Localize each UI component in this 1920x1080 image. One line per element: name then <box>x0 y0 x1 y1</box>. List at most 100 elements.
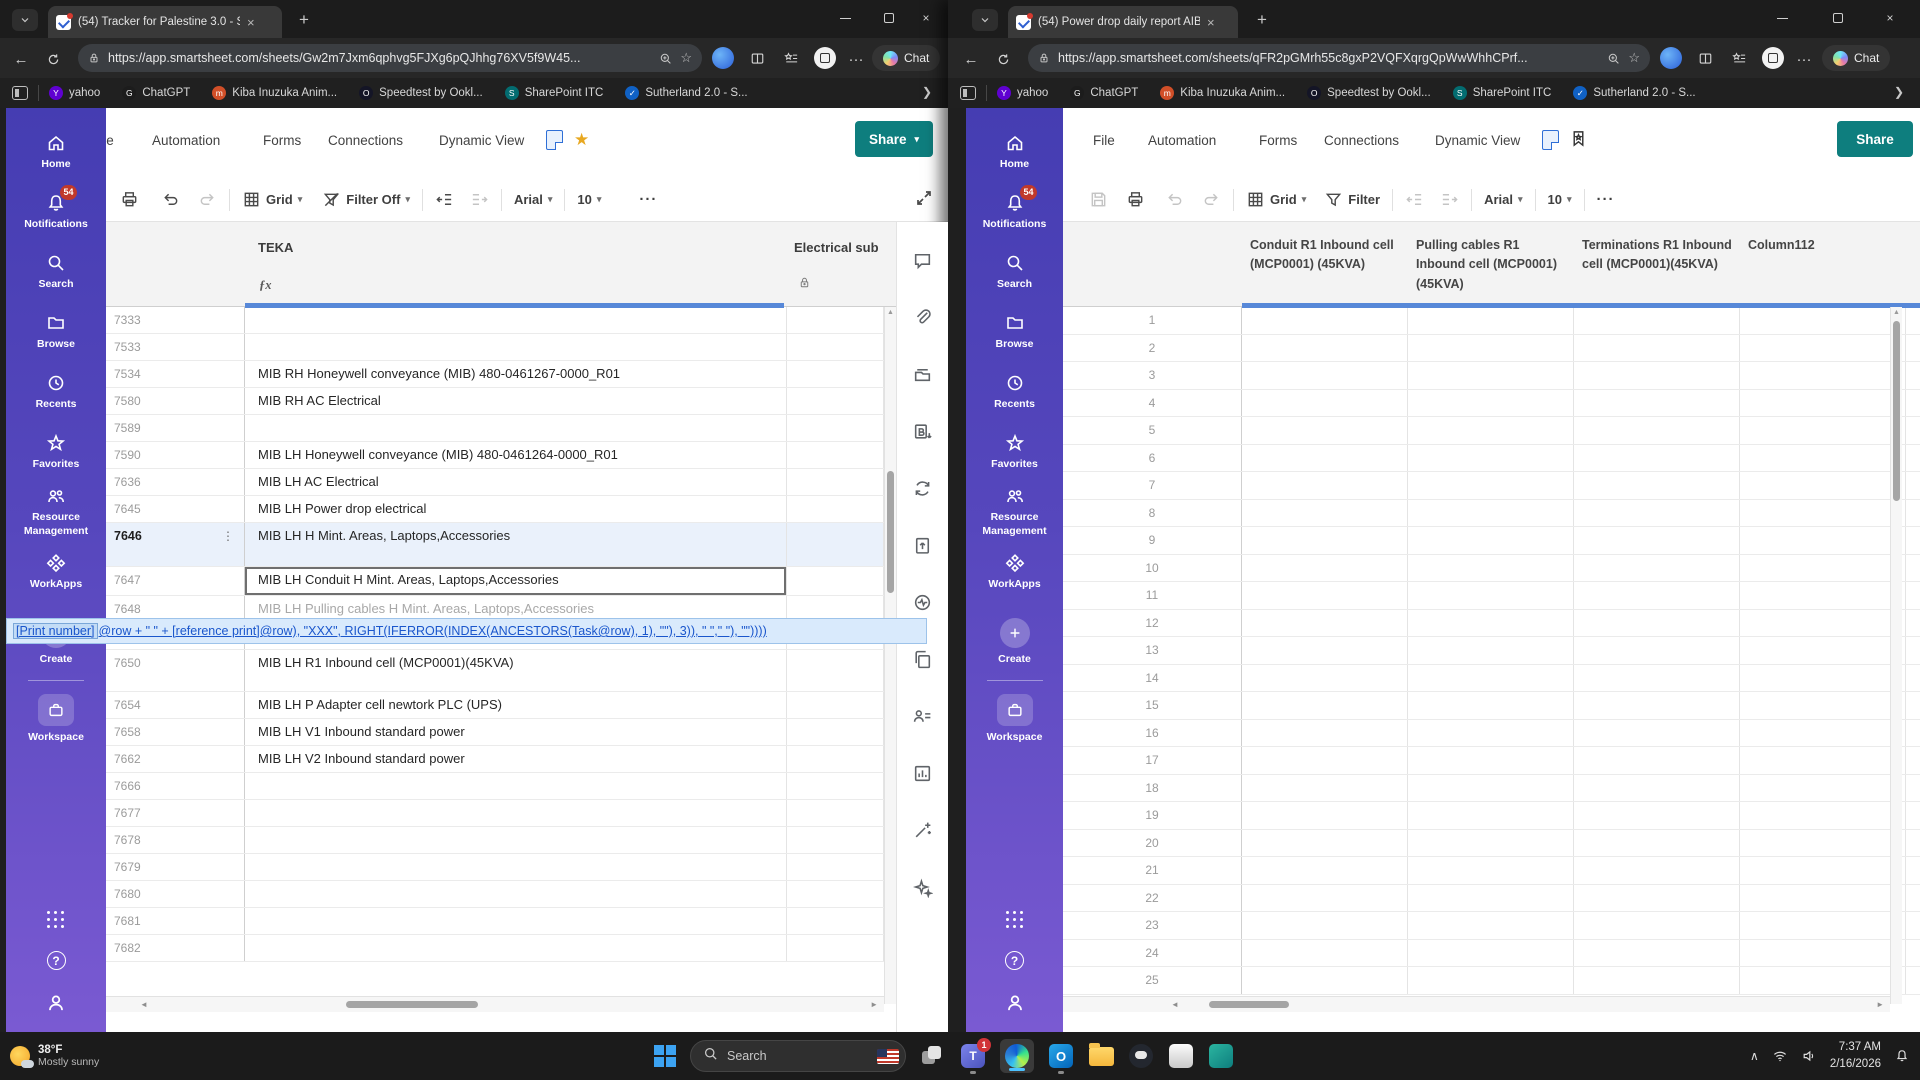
cell[interactable] <box>1408 582 1574 609</box>
cell[interactable] <box>1408 554 1574 581</box>
menu-connections[interactable]: Connections <box>328 133 403 148</box>
cell-teka[interactable] <box>245 307 787 333</box>
scroll-thumb[interactable] <box>346 1001 478 1008</box>
browser-menu-icon[interactable]: ··· <box>843 46 869 72</box>
row-number[interactable]: 20 <box>1063 829 1242 856</box>
cell[interactable] <box>1242 362 1408 389</box>
contacts-icon[interactable] <box>912 706 933 732</box>
cell-teka[interactable] <box>245 827 787 853</box>
cell[interactable] <box>1740 472 1906 499</box>
cell[interactable] <box>1242 334 1408 361</box>
cell[interactable] <box>1408 802 1574 829</box>
zoom-page-icon[interactable] <box>1607 52 1620 65</box>
table-row[interactable]: 24 <box>1063 939 1920 967</box>
taskbar-search[interactable]: Search <box>690 1040 906 1072</box>
cell-teka[interactable]: MIB LH Power drop electrical <box>245 496 787 522</box>
cell[interactable] <box>1574 417 1740 444</box>
cell[interactable] <box>1242 527 1408 554</box>
font-dropdown[interactable]: Arial ▾ <box>1484 192 1522 207</box>
column-header-electrical-sub[interactable]: Electrical sub p <box>794 240 882 255</box>
cell[interactable] <box>1242 389 1408 416</box>
cell[interactable] <box>1574 912 1740 939</box>
row-number[interactable]: 24 <box>1063 939 1242 966</box>
wifi-icon[interactable] <box>1772 1048 1788 1064</box>
font-dropdown[interactable]: Arial ▾ <box>514 192 552 207</box>
table-row[interactable]: 8 <box>1063 499 1920 527</box>
cell[interactable] <box>1574 389 1740 416</box>
cell[interactable] <box>1574 444 1740 471</box>
cell[interactable] <box>1574 884 1740 911</box>
copilot-chat-button[interactable]: Chat <box>1822 45 1891 71</box>
cell[interactable] <box>1242 472 1408 499</box>
cell[interactable] <box>1740 417 1906 444</box>
cell[interactable] <box>1574 362 1740 389</box>
cell[interactable] <box>1740 389 1906 416</box>
help-icon[interactable]: ? <box>46 951 66 970</box>
teal-app-icon[interactable] <box>1208 1043 1234 1069</box>
cell-electrical-sub[interactable] <box>787 935 884 961</box>
table-row[interactable]: 7333 <box>106 307 948 334</box>
browser-tab[interactable]: (54) Power drop daily report AIB - × <box>1008 6 1238 38</box>
cell[interactable] <box>1242 307 1408 334</box>
save-button[interactable] <box>1089 190 1108 209</box>
cell[interactable] <box>1740 747 1906 774</box>
close-window-button[interactable]: × <box>904 0 948 36</box>
split-screen-icon[interactable] <box>746 47 768 69</box>
table-row[interactable]: 7580 MIB RH AC Electrical <box>106 388 948 415</box>
tab-search-button[interactable] <box>12 9 38 31</box>
sidebar-item-home[interactable]: Home <box>966 122 1063 182</box>
cell[interactable] <box>1574 554 1740 581</box>
baseline-icon[interactable] <box>912 421 933 447</box>
table-row[interactable]: 7662 MIB LH V2 Inbound standard power <box>106 746 948 773</box>
zoom-page-icon[interactable] <box>659 52 672 65</box>
cell[interactable] <box>1242 747 1408 774</box>
row-number[interactable]: 19 <box>1063 802 1242 829</box>
copy-icon[interactable] <box>912 649 933 675</box>
cell[interactable] <box>1740 499 1906 526</box>
column-header[interactable]: Conduit R1 Inbound cell (MCP0001) (45KVA… <box>1250 236 1400 275</box>
table-row[interactable]: 7533 <box>106 334 948 361</box>
profile-avatar[interactable] <box>1660 47 1682 69</box>
favorites-list-icon[interactable] <box>1728 47 1750 69</box>
sidebar-item-recents[interactable]: Recents <box>6 362 106 422</box>
cell[interactable] <box>1574 774 1740 801</box>
table-row[interactable]: 21 <box>1063 857 1920 885</box>
redo-button[interactable] <box>198 190 217 209</box>
bookmark-item[interactable]: G ChatGPT <box>1070 86 1138 100</box>
cell[interactable] <box>1574 719 1740 746</box>
cell[interactable] <box>1740 939 1906 966</box>
row-number[interactable]: 4 <box>1063 389 1242 416</box>
cell-teka[interactable] <box>245 415 787 441</box>
table-row[interactable]: 7681 <box>106 908 948 935</box>
cell-electrical-sub[interactable] <box>787 388 884 414</box>
cell[interactable] <box>1574 967 1740 994</box>
cell-teka[interactable]: MIB LH H Mint. Areas, Laptops,Accessorie… <box>245 523 787 566</box>
favorite-filled-star-icon[interactable]: ★ <box>574 130 589 150</box>
maximize-button[interactable] <box>1816 0 1860 36</box>
row-menu-icon[interactable]: ⋮ <box>222 523 234 549</box>
row-number[interactable]: 25 <box>1063 967 1242 994</box>
cell[interactable] <box>1242 692 1408 719</box>
cell[interactable] <box>1740 637 1906 664</box>
cell-electrical-sub[interactable] <box>787 469 884 495</box>
formula-tools-icon[interactable] <box>912 820 933 846</box>
table-row[interactable]: 15 <box>1063 692 1920 720</box>
address-bar[interactable]: https://app.smartsheet.com/sheets/qFR2pG… <box>1028 44 1650 72</box>
cell[interactable] <box>1740 554 1906 581</box>
update-requests-icon[interactable] <box>912 478 933 504</box>
cell-electrical-sub[interactable] <box>787 719 884 745</box>
cell[interactable] <box>1740 527 1906 554</box>
sidebar-item-favorites[interactable]: Favorites <box>6 422 106 482</box>
cell[interactable] <box>1408 664 1574 691</box>
cell[interactable] <box>1740 334 1906 361</box>
row-number[interactable]: 16 <box>1063 719 1242 746</box>
menu-forms[interactable]: Forms <box>1259 133 1297 148</box>
cell[interactable] <box>1574 472 1740 499</box>
sidebar-item-notifications[interactable]: Notifications 54 <box>6 182 106 242</box>
table-row[interactable]: 23 <box>1063 912 1920 940</box>
table-row[interactable]: 7647 MIB LH Conduit H Mint. Areas, Lapto… <box>106 567 948 596</box>
cell[interactable] <box>1408 527 1574 554</box>
notifications-bell-icon[interactable] <box>1894 1048 1910 1064</box>
cell[interactable] <box>1740 912 1906 939</box>
apps-grid-icon[interactable] <box>1005 911 1024 929</box>
